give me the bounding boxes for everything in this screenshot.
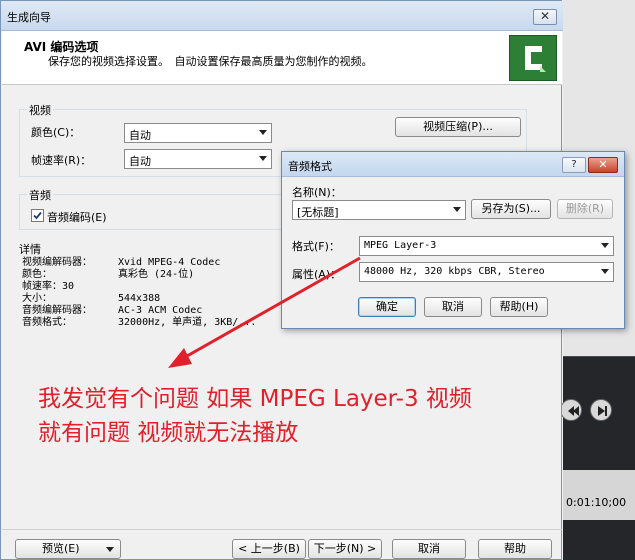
audio-encode-checkbox[interactable] <box>31 209 44 222</box>
attributes-select-value: 48000 Hz, 320 kbps CBR, Stereo <box>364 266 545 277</box>
color-select-value: 自动 <box>129 129 151 142</box>
name-label: 名称(N)： <box>292 186 342 199</box>
ok-button[interactable]: 确定 <box>358 297 416 317</box>
chevron-down-icon <box>601 243 609 248</box>
wizard-title-bar: 生成向导 ✕ <box>1 1 563 31</box>
details-line: 音频编解码器： AC-3 ACM Codec <box>22 305 203 316</box>
name-select-value: [无标题] <box>297 206 339 219</box>
name-select[interactable]: [无标题] <box>292 200 466 220</box>
background-app-player <box>563 357 635 560</box>
preview-button-label: 预览(E) <box>42 542 80 555</box>
video-group-label: 视频 <box>27 102 53 118</box>
dialog-cancel-button[interactable]: 取消 <box>424 297 482 317</box>
chevron-down-icon <box>601 269 609 274</box>
dialog-help-button[interactable]: 帮助(H) <box>490 297 548 317</box>
audio-dialog-title-bar: 音频格式 ? ✕ <box>282 152 624 177</box>
footer-divider <box>2 529 562 530</box>
audio-dialog-close-button[interactable]: ✕ <box>588 157 618 173</box>
question-icon: ? <box>571 159 577 170</box>
preview-button[interactable]: 预览(E) <box>15 539 121 559</box>
details-line: 大小： 544x388 <box>22 293 161 304</box>
format-label: 格式(F)： <box>292 240 340 253</box>
audio-dialog-help-button[interactable]: ? <box>562 157 586 173</box>
audio-format-dialog: 音频格式 ? ✕ 名称(N)： [无标题] 另存为(S)... 删除(R) 格式… <box>281 151 625 329</box>
delete-button[interactable]: 删除(R) <box>557 199 613 219</box>
format-select-value: MPEG Layer-3 <box>364 240 437 251</box>
framerate-select-value: 自动 <box>129 155 151 168</box>
header-subtitle: 保存您的视频选择设置。 自动设置保存最高质量为您制作的视频。 <box>48 55 373 68</box>
back-button[interactable]: < 上一步(B) <box>232 539 306 559</box>
close-icon: ✕ <box>598 158 608 171</box>
attributes-label: 属性(A)： <box>292 268 342 281</box>
timecode-display: 0:01:10;00 <box>566 496 627 509</box>
wizard-title: 生成向导 <box>7 11 51 24</box>
wizard-close-button[interactable]: ✕ <box>533 9 557 25</box>
help-button[interactable]: 帮助 <box>478 539 552 559</box>
timeline-area <box>563 470 635 520</box>
framerate-label: 帧速率(R)： <box>31 154 92 167</box>
checkmark-icon <box>33 211 42 220</box>
annotation-line-2: 就有问题 视频就无法播放 <box>38 420 299 446</box>
wizard-header: AVI 编码选项 保存您的视频选择设置。 自动设置保存最高质量为您制作的视频。 <box>2 31 562 85</box>
annotation-line-1: 我发觉有个问题 如果 MPEG Layer-3 视频 <box>38 386 472 412</box>
color-select[interactable]: 自动 <box>124 123 272 143</box>
format-select[interactable]: MPEG Layer-3 <box>359 236 614 256</box>
rewind-icon[interactable] <box>560 399 582 421</box>
framerate-select[interactable]: 自动 <box>124 149 272 169</box>
chevron-down-icon <box>259 130 267 135</box>
audio-dialog-title: 音频格式 <box>288 160 332 173</box>
chevron-down-icon <box>106 547 114 552</box>
cancel-button[interactable]: 取消 <box>392 539 466 559</box>
color-label: 颜色(C)： <box>31 126 81 139</box>
chevron-down-icon <box>453 207 461 212</box>
close-icon: ✕ <box>539 9 551 23</box>
next-button[interactable]: 下一步(N) > <box>308 539 382 559</box>
annotation-text: 我发觉有个问题 如果 MPEG Layer-3 视频 就有问题 视频就无法播放 <box>38 382 472 450</box>
details-label: 详情 <box>19 243 41 256</box>
attributes-select[interactable]: 48000 Hz, 320 kbps CBR, Stereo <box>359 262 614 282</box>
next-frame-icon[interactable] <box>590 399 612 421</box>
details-list: 视频编解码器： Xvid MPEG-4 Codec 颜色： 真彩色 (24-位) 帧… <box>19 257 319 329</box>
details-line: 视频编解码器： Xvid MPEG-4 Codec <box>22 257 221 268</box>
details-line: 帧速率：30 <box>22 281 75 292</box>
save-as-button[interactable]: 另存为(S)... <box>471 199 551 219</box>
video-compression-button[interactable]: 视频压缩(P)... <box>395 117 521 137</box>
details-line: 颜色： 真彩色 (24-位) <box>22 269 195 280</box>
chevron-down-icon <box>259 156 267 161</box>
camtasia-logo-icon <box>509 35 557 81</box>
details-line: 音频格式： 32000Hz, 单声道, 3KB/... <box>22 317 257 328</box>
audio-group-label: 音频 <box>27 187 53 203</box>
audio-encode-label: 音频编码(E) <box>47 211 107 224</box>
